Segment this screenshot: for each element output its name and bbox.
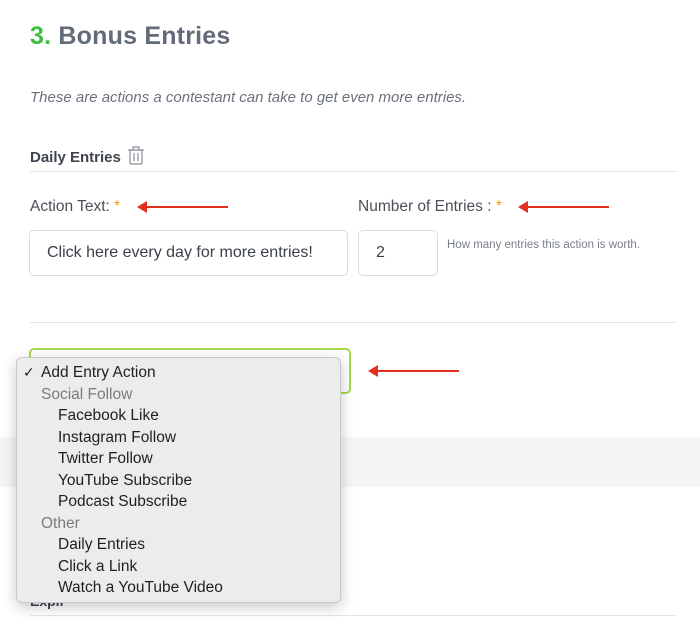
dropdown-group-other: Other — [41, 514, 80, 532]
divider — [30, 171, 676, 172]
add-entry-action-dropdown: ✓ Add Entry Action Social Follow Facebook… — [16, 357, 341, 603]
dropdown-group-social-follow: Social Follow — [41, 385, 133, 403]
number-of-entries-label-text: Number of Entries : — [358, 198, 492, 215]
annotation-arrow — [137, 201, 228, 213]
dropdown-option-youtube-subscribe[interactable]: YouTube Subscribe — [17, 470, 340, 492]
section-title-text: Bonus Entries — [58, 22, 231, 50]
dropdown-option-twitter-follow[interactable]: Twitter Follow — [17, 448, 340, 470]
section-title: 3. Bonus Entries — [30, 22, 230, 51]
entry-block-header: Daily Entries — [30, 145, 145, 169]
trash-icon[interactable] — [127, 145, 145, 169]
dropdown-option-watch-youtube-video[interactable]: Watch a YouTube Video — [17, 577, 340, 599]
option-label: Add Entry Action — [41, 364, 156, 381]
checkmark-icon: ✓ — [23, 364, 35, 380]
divider — [30, 322, 676, 323]
dropdown-option-podcast-subscribe[interactable]: Podcast Subscribe — [17, 491, 340, 513]
required-marker: * — [114, 198, 121, 215]
entry-block-label: Daily Entries — [30, 148, 121, 166]
action-text-input[interactable]: Click here every day for more entries! — [29, 230, 348, 276]
number-of-entries-help: How many entries this action is worth. — [447, 239, 641, 251]
action-text-label: Action Text: * — [30, 198, 120, 216]
dropdown-option-click-a-link[interactable]: Click a Link — [17, 556, 340, 578]
number-of-entries-input[interactable]: 2 — [358, 230, 438, 276]
required-marker: * — [495, 198, 502, 215]
number-of-entries-label: Number of Entries : * — [358, 198, 502, 216]
action-text-label-text: Action Text: — [30, 198, 110, 215]
number-of-entries-value: 2 — [376, 244, 385, 261]
section-number: 3. — [30, 22, 52, 50]
dropdown-option-instagram-follow[interactable]: Instagram Follow — [17, 427, 340, 449]
dropdown-option-facebook-like[interactable]: Facebook Like — [17, 405, 340, 427]
dropdown-option-add-entry-action[interactable]: ✓ Add Entry Action — [17, 362, 340, 384]
action-text-value: Click here every day for more entries! — [47, 244, 313, 261]
section-description: These are actions a contestant can take … — [30, 89, 467, 106]
divider — [30, 615, 676, 616]
annotation-arrow — [368, 365, 459, 377]
annotation-arrow — [518, 201, 609, 213]
dropdown-option-daily-entries[interactable]: Daily Entries — [17, 534, 340, 556]
